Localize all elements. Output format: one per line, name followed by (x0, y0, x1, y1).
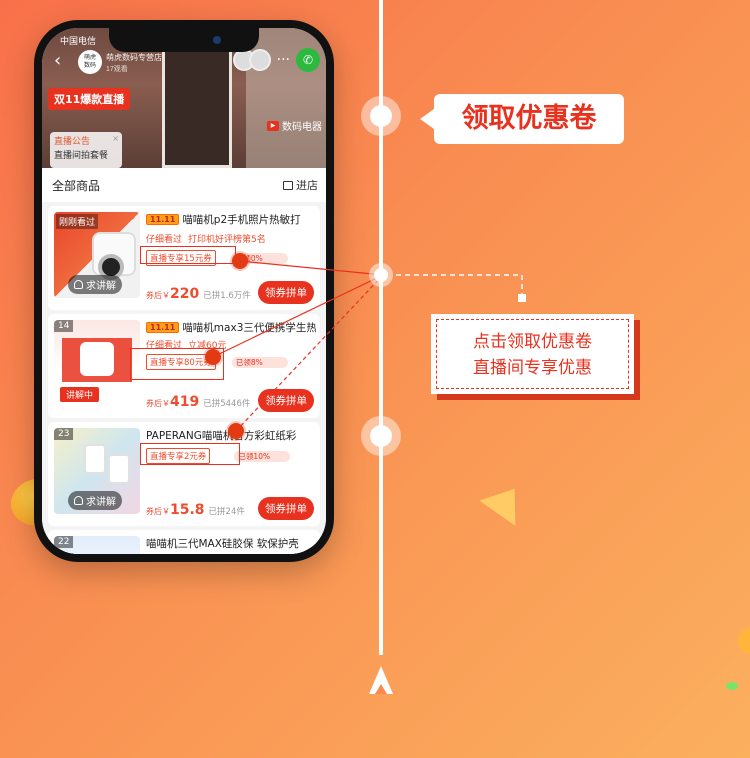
note-box: 点击领取优惠卷 直播间专享优惠 (431, 314, 634, 394)
title-pointer (420, 109, 434, 129)
note-inner: 点击领取优惠卷 直播间专享优惠 (436, 319, 629, 389)
timeline-node (361, 96, 401, 136)
note-line-2: 直播间专享优惠 (473, 358, 592, 378)
connector-line (212, 274, 384, 358)
timeline-node (361, 416, 401, 456)
phone-notch (109, 28, 259, 52)
section-title: 领取优惠卷 (434, 94, 624, 144)
note-line-1: 点击领取优惠卷 (473, 332, 592, 352)
connector-line (239, 260, 384, 276)
note-connector (396, 274, 523, 300)
camera-icon (213, 36, 221, 44)
timeline-arrow-notch (375, 684, 387, 694)
timeline-node-small (369, 263, 393, 287)
note-connector-end (518, 294, 526, 302)
connector-line (235, 274, 384, 432)
